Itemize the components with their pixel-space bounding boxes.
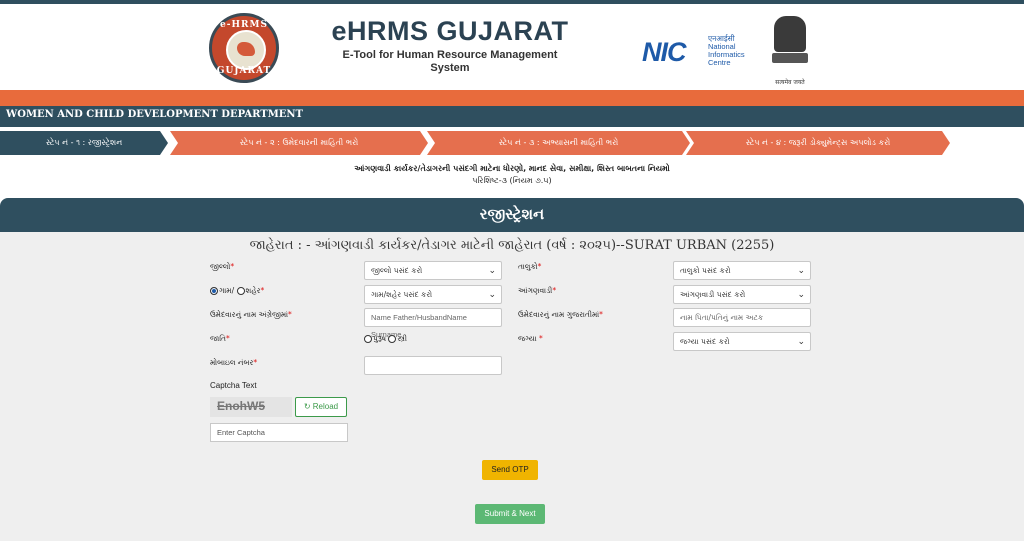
logo-top-text: e-HRMS xyxy=(220,20,268,30)
advertisement-title: જાહેરાત : - આંગણવાડી કાર્યકર/તેડાગર માટે… xyxy=(249,238,775,253)
step-progress: સ્ટેપ નં - ૧ : રજીસ્ટ્રેશન સ્ટેપ નં - ૨ … xyxy=(0,131,1024,155)
post-label-text: જગ્યા xyxy=(518,334,537,343)
send-otp-button[interactable]: Send OTP xyxy=(482,460,538,480)
village-city-select[interactable]: ગામ/શહેર પસંદ કરો ⌄ xyxy=(364,285,502,304)
district-label: જીલ્લો* xyxy=(210,262,235,271)
chevron-down-icon: ⌄ xyxy=(797,290,805,300)
rules-line1: આંગણવાડી કાર્યકર/તેડાગરની પસંદગી માટેના … xyxy=(354,164,670,173)
ehrms-logo: e-HRMS GUJARAT xyxy=(209,13,279,83)
department-name: WOMEN AND CHILD DEVELOPMENT DEPARTMENT xyxy=(6,109,303,120)
step-1-registration[interactable]: સ્ટેપ નં - ૧ : રજીસ્ટ્રેશન xyxy=(0,131,168,155)
post-label: જગ્યા * xyxy=(518,334,543,343)
orange-band xyxy=(0,90,1024,106)
logo-bottom-text: GUJARAT xyxy=(216,66,272,76)
site-title-block: eHRMS GUJARAT E-Tool for Human Resource … xyxy=(320,16,580,75)
radio-male[interactable] xyxy=(364,335,372,343)
reload-icon: ↻ xyxy=(303,402,311,411)
taluka-label: તાલુકો* xyxy=(518,262,542,271)
gender-radio-group: પુરૂષ સ્ત્રી xyxy=(364,334,407,344)
radio-city[interactable] xyxy=(236,287,245,295)
radio-city-label: શહેર xyxy=(245,286,261,295)
radio-village-label: ગામ/ xyxy=(219,286,235,295)
post-select[interactable]: જગ્યા પસંદ કરો ⌄ xyxy=(673,332,811,351)
registration-form xyxy=(0,232,1024,541)
site-subtitle-line1: E-Tool for Human Resource Management xyxy=(342,49,558,61)
name-english-label-text: ઉમેદવારનું નામ અંગ્રેજીમાં xyxy=(210,310,289,319)
anganwadi-select-value: આંગણવાડી પસંદ કરો xyxy=(680,290,746,299)
submit-next-button[interactable]: Submit & Next xyxy=(475,504,545,524)
anganwadi-label-text: આંગણવાડી xyxy=(518,286,553,295)
district-select[interactable]: જીલ્લો પસંદ કરો ⌄ xyxy=(364,261,502,280)
taluka-label-text: તાલુકો xyxy=(518,262,538,271)
mobile-input[interactable] xyxy=(364,356,502,375)
site-title: eHRMS GUJARAT xyxy=(331,16,569,46)
nic-logo-words: एनआईसी National Informatics Centre xyxy=(708,35,745,67)
taluka-select[interactable]: તાલુકો પસંદ કરો ⌄ xyxy=(673,261,811,280)
department-bar: WOMEN AND CHILD DEVELOPMENT DEPARTMENT xyxy=(0,106,1024,127)
emblem-base xyxy=(772,53,808,63)
mobile-label: મોબાઇલ નંબર* xyxy=(210,358,258,367)
name-gujarati-label-text: ઉમેદવારનું નામ ગુજરાતીમાં xyxy=(518,310,600,319)
rules-line2: પરિશિષ્ટ-૩ (નિયમ ૭.૫) xyxy=(472,176,552,185)
chevron-down-icon: ⌄ xyxy=(488,290,496,300)
nic-line3: Centre xyxy=(708,58,731,67)
reload-captcha-button[interactable]: ↻ Reload xyxy=(295,397,347,417)
nic-logo-letters: NIC xyxy=(642,37,686,67)
gender-label: જાતિ* xyxy=(210,334,230,343)
radio-female[interactable] xyxy=(388,335,397,343)
captcha-image: EnohW5 xyxy=(210,397,292,417)
registration-header: રજીસ્ટ્રેશન xyxy=(0,198,1024,232)
captcha-label: Captcha Text xyxy=(210,381,257,390)
national-emblem-icon: सत्यमेव जयते xyxy=(768,16,812,86)
site-subtitle-line2: System xyxy=(430,62,470,74)
chevron-down-icon: ⌄ xyxy=(797,266,805,276)
anganwadi-label: આંગણવાડી* xyxy=(518,286,557,295)
name-english-input[interactable]: Name Father/HusbandName Surname xyxy=(364,308,502,339)
emblem-lions xyxy=(774,16,806,52)
radio-male-label: પુરૂષ xyxy=(373,334,387,343)
post-select-value: જગ્યા પસંદ કરો xyxy=(680,337,730,346)
step-2-candidate-info[interactable]: સ્ટેપ નં - ૨ : ઉમેદવારની માહિતી ભરો xyxy=(170,131,428,155)
registration-heading: રજીસ્ટ્રેશન xyxy=(479,205,545,223)
gujarat-map-icon xyxy=(237,42,255,56)
district-label-text: જીલ્લો xyxy=(210,262,231,271)
anganwadi-select[interactable]: આંગણવાડી પસંદ કરો ⌄ xyxy=(673,285,811,304)
village-city-select-value: ગામ/શહેર પસંદ કરો xyxy=(371,290,433,299)
chevron-down-icon: ⌄ xyxy=(488,266,496,276)
gender-label-text: જાતિ xyxy=(210,334,226,343)
logo-inner-circle xyxy=(226,30,266,70)
name-english-label: ઉમેદવારનું નામ અંગ્રેજીમાં* xyxy=(210,310,292,319)
taluka-select-value: તાલુકો પસંદ કરો xyxy=(680,266,731,275)
chevron-down-icon: ⌄ xyxy=(797,337,805,347)
name-gujarati-input[interactable]: નામ પિતા/પતિનું નામ અટક xyxy=(673,308,811,327)
village-city-radio-group: ગામ/ શહેર* xyxy=(210,286,264,296)
reload-label: Reload xyxy=(312,402,339,411)
radio-female-label: સ્ત્રી xyxy=(397,334,407,343)
radio-village[interactable] xyxy=(210,287,218,295)
nic-logo: NIC एनआईसी National Informatics Centre xyxy=(642,35,745,69)
captcha-image-text: EnohW5 xyxy=(217,399,265,413)
step-3-education-info[interactable]: સ્ટેપ નં - ૩ : અભ્યાસની માહિતી ભરો xyxy=(427,131,690,155)
mobile-label-text: મોબાઇલ નંબર xyxy=(210,358,254,367)
site-header: e-HRMS GUJARAT eHRMS GUJARAT E-Tool for … xyxy=(0,4,1024,90)
rules-notice: આંગણવાડી કાર્યકર/તેડાગરની પસંદગી માટેના … xyxy=(0,163,1024,187)
district-select-value: જીલ્લો પસંદ કરો xyxy=(371,266,423,275)
captcha-input[interactable]: Enter Captcha xyxy=(210,423,348,442)
emblem-motto: सत्यमेव जयते xyxy=(775,79,805,86)
step-4-upload-documents[interactable]: સ્ટેપ નં - ૪ : જરૂરી ડોક્યુમેન્ટ્સ અપલોડ… xyxy=(686,131,950,155)
name-gujarati-label: ઉમેદવારનું નામ ગુજરાતીમાં* xyxy=(518,310,603,319)
